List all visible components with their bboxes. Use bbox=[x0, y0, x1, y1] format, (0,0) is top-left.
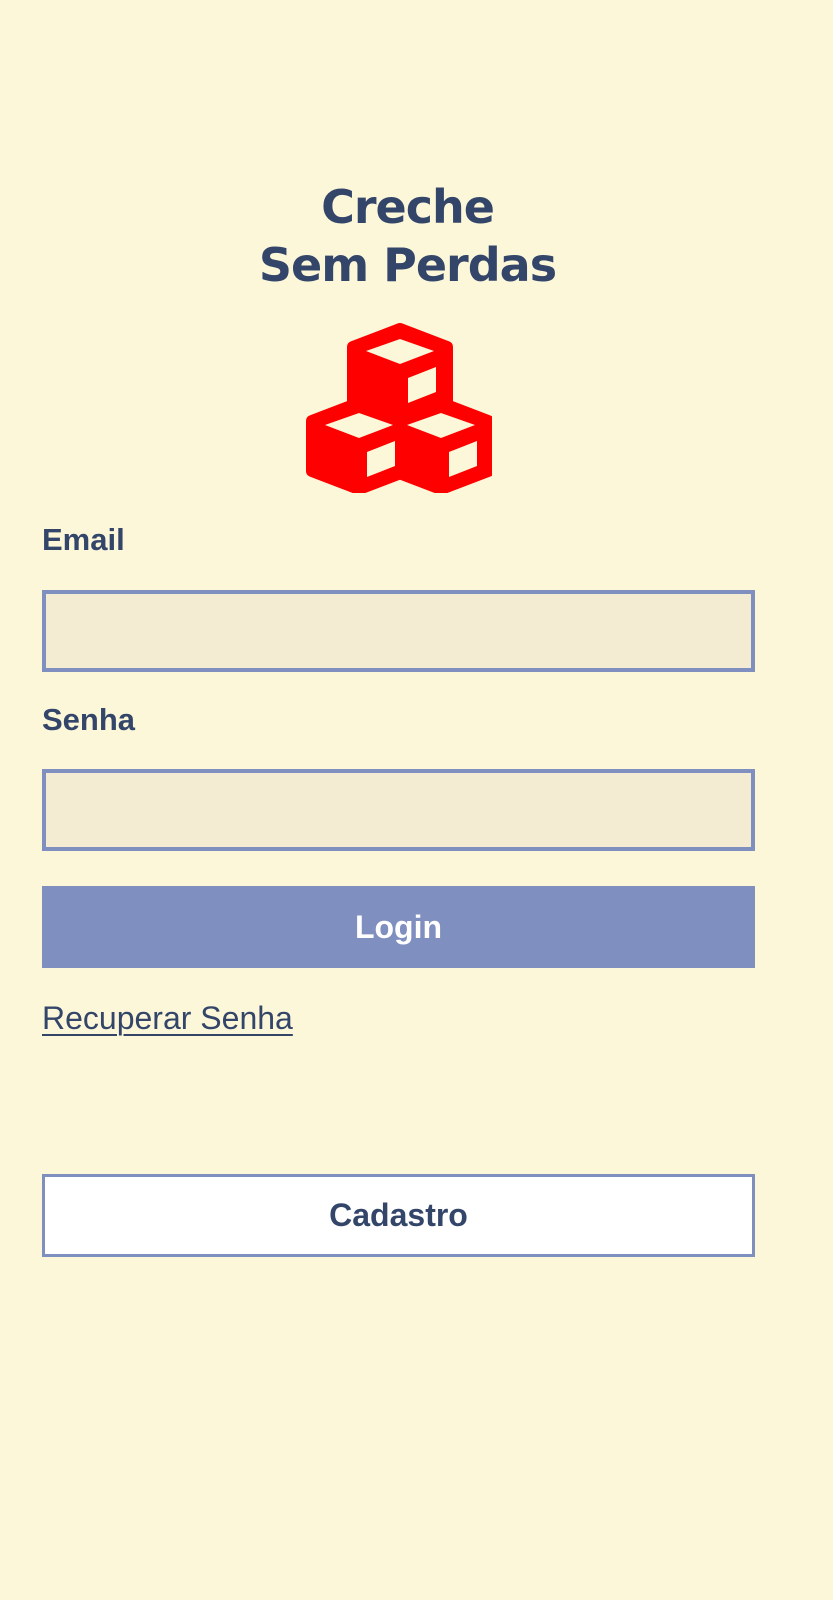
password-field[interactable] bbox=[42, 769, 755, 851]
email-field[interactable] bbox=[42, 590, 755, 672]
signup-button[interactable]: Cadastro bbox=[42, 1174, 755, 1257]
app-title-line-1: Creche bbox=[321, 180, 495, 234]
password-label: Senha bbox=[42, 702, 136, 737]
app-title-line-2: Sem Perdas bbox=[258, 238, 557, 292]
recover-password-link[interactable]: Recuperar Senha bbox=[42, 1000, 293, 1037]
login-button[interactable]: Login bbox=[42, 886, 755, 968]
app-title: Creche Sem Perdas bbox=[0, 178, 815, 294]
cubes-icon bbox=[306, 323, 494, 495]
email-label: Email bbox=[42, 522, 125, 557]
